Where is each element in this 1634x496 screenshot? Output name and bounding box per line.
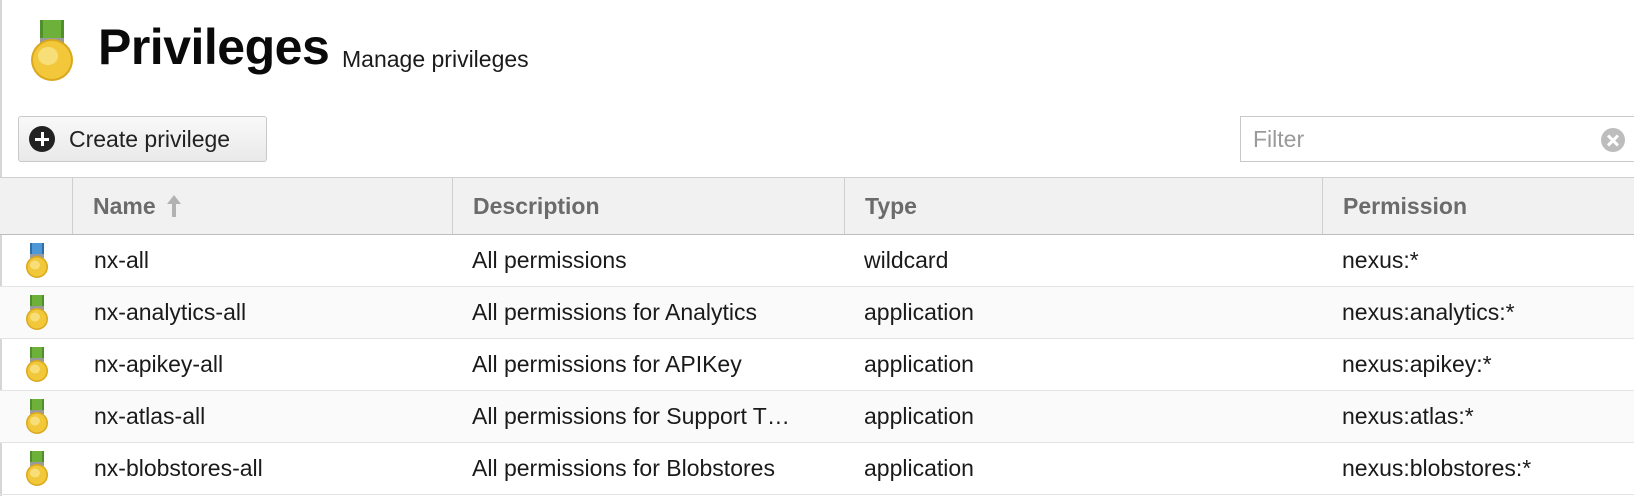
row-description: All permissions for Analytics	[472, 299, 758, 325]
row-icon-cell	[22, 391, 52, 442]
row-icon-cell	[22, 235, 52, 286]
row-type: application	[864, 351, 974, 377]
blue-ribbon-medal-icon	[26, 242, 48, 278]
row-permission: nexus:*	[1342, 247, 1419, 273]
row-icon-cell	[22, 443, 52, 494]
row-description: All permissions for APIKey	[472, 351, 742, 377]
column-header-label: Name	[93, 192, 156, 219]
green-ribbon-medal-icon	[26, 450, 48, 486]
icon-column-header	[0, 178, 72, 234]
row-description: All permissions	[472, 247, 627, 273]
sort-ascending-icon	[166, 195, 182, 217]
row-name: nx-apikey-all	[94, 351, 224, 377]
filter-field	[1240, 116, 1634, 162]
column-header-name[interactable]: Name	[72, 178, 452, 234]
row-name: nx-all	[94, 247, 149, 273]
table-row[interactable]: nx-blobstores-all All permissions for Bl…	[0, 443, 1634, 495]
page-title: Privileges	[98, 19, 330, 75]
table-row[interactable]: nx-apikey-all All permissions for APIKey…	[0, 339, 1634, 391]
row-name: nx-atlas-all	[94, 403, 206, 429]
row-description: All permissions for Support T…	[472, 403, 790, 429]
row-type: application	[864, 299, 974, 325]
table-row[interactable]: nx-atlas-all All permissions for Support…	[0, 391, 1634, 443]
green-ribbon-medal-icon	[26, 398, 48, 434]
column-header-label: Description	[473, 192, 600, 219]
table-row[interactable]: nx-all All permissions wildcard nexus:*	[0, 235, 1634, 287]
clear-filter-icon[interactable]	[1601, 128, 1625, 152]
row-permission: nexus:atlas:*	[1342, 403, 1474, 429]
filter-input[interactable]	[1241, 117, 1595, 161]
row-icon-cell	[22, 339, 52, 390]
row-icon-cell	[22, 287, 52, 338]
row-name: nx-analytics-all	[94, 299, 247, 325]
column-header-permission[interactable]: Permission	[1322, 178, 1634, 234]
page-header: Privileges Manage privileges	[0, 0, 1634, 110]
create-privilege-button[interactable]: Create privilege	[18, 116, 267, 162]
page-subtitle: Manage privileges	[342, 46, 529, 72]
column-header-type[interactable]: Type	[844, 178, 1322, 234]
green-ribbon-medal-icon	[26, 346, 48, 382]
privileges-table: Name Description Type Permission nx-all …	[0, 177, 1634, 495]
row-permission: nexus:analytics:*	[1342, 299, 1515, 325]
row-type: wildcard	[864, 247, 949, 273]
plus-circle-icon	[29, 126, 55, 152]
row-type: application	[864, 403, 974, 429]
column-header-label: Permission	[1343, 192, 1467, 219]
row-name: nx-blobstores-all	[94, 455, 263, 481]
column-header-description[interactable]: Description	[452, 178, 844, 234]
row-type: application	[864, 455, 974, 481]
toolbar: Create privilege	[0, 112, 1634, 170]
table-header: Name Description Type Permission	[0, 177, 1634, 235]
row-permission: nexus:apikey:*	[1342, 351, 1492, 377]
green-ribbon-medal-icon	[26, 294, 48, 330]
row-description: All permissions for Blobstores	[472, 455, 775, 481]
row-permission: nexus:blobstores:*	[1342, 455, 1532, 481]
create-privilege-label: Create privilege	[69, 125, 231, 152]
privilege-medal-icon	[31, 20, 73, 81]
table-row[interactable]: nx-analytics-all All permissions for Ana…	[0, 287, 1634, 339]
column-header-label: Type	[865, 192, 917, 219]
